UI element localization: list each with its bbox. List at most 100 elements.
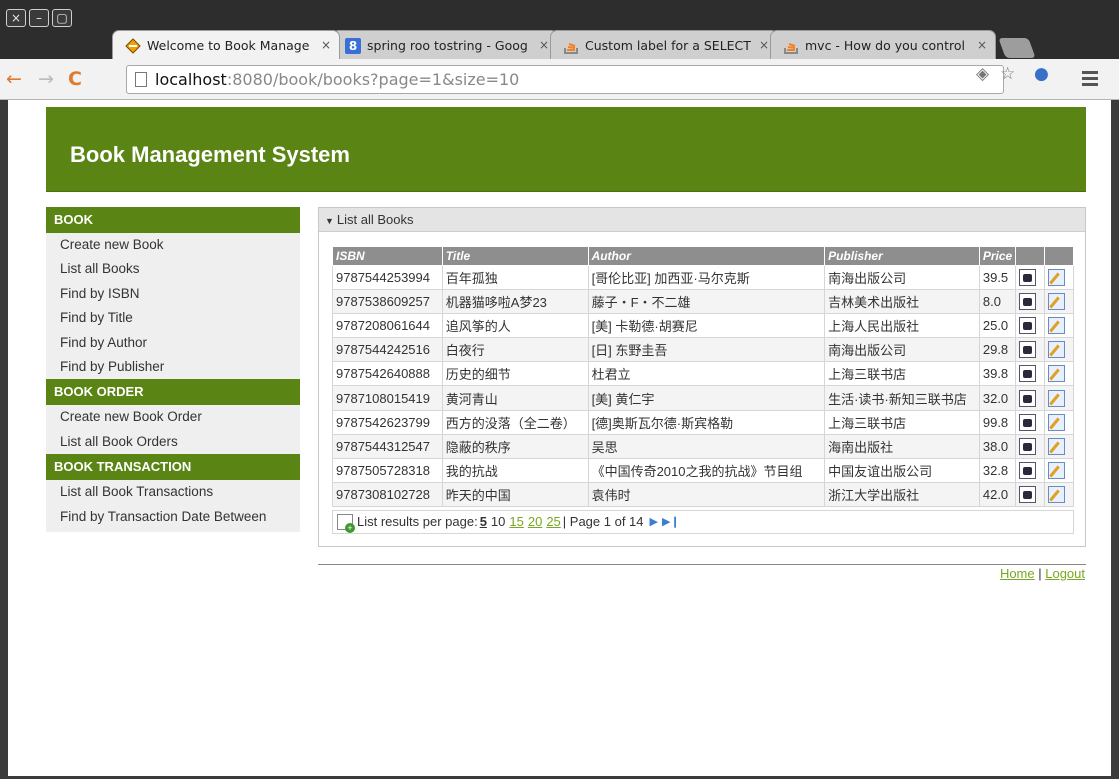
bookmark-star-icon[interactable]: ☆ xyxy=(1000,64,1015,84)
new-tab-button[interactable] xyxy=(998,38,1036,58)
next-page-icon[interactable]: ▶ xyxy=(650,511,658,533)
tab-close-icon[interactable]: × xyxy=(977,38,987,52)
last-page-icon[interactable]: ▶❙ xyxy=(662,511,680,533)
tab-custom-label[interactable]: Custom label for a SELECT × xyxy=(550,30,778,59)
reload-icon[interactable]: C xyxy=(68,68,82,90)
update-pencil-icon[interactable] xyxy=(1048,269,1066,287)
update-pencil-icon[interactable] xyxy=(1048,485,1066,503)
update-pencil-icon[interactable] xyxy=(1048,341,1066,359)
sidebar-item-create-book[interactable]: Create new Book xyxy=(46,233,300,257)
logout-link[interactable]: Logout xyxy=(1045,566,1085,581)
sidebar-item-list-orders[interactable]: List all Book Orders xyxy=(46,430,300,454)
url-host: localhost xyxy=(155,70,227,89)
cell-show xyxy=(1015,361,1046,387)
tab-close-icon[interactable]: × xyxy=(759,38,769,52)
show-binoculars-icon[interactable] xyxy=(1019,437,1037,455)
sidebar-item-list-books[interactable]: List all Books xyxy=(46,257,300,281)
cell-update xyxy=(1044,409,1074,435)
tab-spring-roo[interactable]: 8 spring roo tostring - Goog × xyxy=(332,30,558,59)
cell-price: 25.0 xyxy=(978,313,1017,339)
cell-isbn: 9787538609257 xyxy=(332,289,443,315)
update-pencil-icon[interactable] xyxy=(1048,389,1066,407)
sidebar-item-find-title[interactable]: Find by Title xyxy=(46,306,300,330)
cell-publisher: 浙江大学出版社 xyxy=(824,481,980,507)
show-binoculars-icon[interactable] xyxy=(1019,341,1037,359)
column-header-isbn: ISBN xyxy=(332,246,443,266)
window-minimize-button[interactable]: – xyxy=(29,9,49,27)
table-row: 9787544242516 白夜行 [日] 东野圭吾 南海出版公司 29.8 xyxy=(332,337,1074,363)
cell-update xyxy=(1044,337,1074,363)
sidebar-item-find-publisher[interactable]: Find by Publisher xyxy=(46,355,300,379)
create-new-icon[interactable] xyxy=(337,514,355,533)
page-size-link[interactable]: 15 xyxy=(509,511,523,533)
cell-price: 99.8 xyxy=(978,409,1017,435)
sidebar-menu: BOOK Create new Book List all Books Find… xyxy=(46,207,300,532)
tab-close-icon[interactable]: × xyxy=(321,38,331,52)
cell-title: 西方的没落（全二卷） xyxy=(441,409,589,435)
cell-isbn: 9787542640888 xyxy=(332,361,443,387)
site-header: Book Management System xyxy=(46,107,1086,192)
tab-close-icon[interactable]: × xyxy=(539,38,549,52)
cell-isbn: 9787542623799 xyxy=(332,409,443,435)
address-bar[interactable]: localhost:8080/book/books?page=1&size=10 xyxy=(126,65,1004,94)
cell-title: 黄河青山 xyxy=(441,385,589,411)
eye-extension-icon[interactable]: ◈ xyxy=(976,64,989,84)
cell-show xyxy=(1015,313,1046,339)
cell-price: 39.8 xyxy=(978,361,1017,387)
show-binoculars-icon[interactable] xyxy=(1019,365,1037,383)
cell-title: 百年孤独 xyxy=(441,264,589,291)
sidebar-item-find-transaction-date[interactable]: Find by Transaction Date Between xyxy=(46,505,300,529)
sidebar-item-list-transactions[interactable]: List all Book Transactions xyxy=(46,480,300,504)
menu-icon[interactable] xyxy=(1082,71,1098,89)
column-header-publisher: Publisher xyxy=(824,246,980,266)
show-binoculars-icon[interactable] xyxy=(1019,317,1037,335)
panel-header[interactable]: ▼ List all Books xyxy=(319,208,1085,232)
collapse-triangle-icon[interactable]: ▼ xyxy=(325,216,334,226)
table-row: 9787542640888 历史的细节 杜君立 上海三联书店 39.8 xyxy=(332,361,1074,387)
update-pencil-icon[interactable] xyxy=(1048,413,1066,431)
cell-title: 历史的细节 xyxy=(441,361,589,387)
show-binoculars-icon[interactable] xyxy=(1019,269,1037,287)
show-binoculars-icon[interactable] xyxy=(1019,389,1037,407)
cell-show xyxy=(1015,337,1046,363)
sidebar-item-find-isbn[interactable]: Find by ISBN xyxy=(46,282,300,306)
cell-isbn: 9787544253994 xyxy=(332,264,443,291)
update-pencil-icon[interactable] xyxy=(1048,437,1066,455)
show-binoculars-icon[interactable] xyxy=(1019,293,1037,311)
update-pencil-icon[interactable] xyxy=(1048,317,1066,335)
pager-label: List results per page: xyxy=(357,514,478,529)
stack-overflow-icon xyxy=(563,38,579,54)
sidebar-item-create-order[interactable]: Create new Book Order xyxy=(46,405,300,429)
tab-mvc[interactable]: mvc - How do you control × xyxy=(770,30,996,59)
window-close-button[interactable]: × xyxy=(6,9,26,27)
show-binoculars-icon[interactable] xyxy=(1019,485,1037,503)
back-arrow-icon[interactable]: ← xyxy=(6,68,22,90)
page-size-link[interactable]: 25 xyxy=(546,511,560,533)
globe-icon[interactable]: ● xyxy=(1034,64,1049,84)
column-header-update xyxy=(1044,246,1074,266)
cell-price: 32.8 xyxy=(978,457,1017,483)
show-binoculars-icon[interactable] xyxy=(1019,413,1037,431)
show-binoculars-icon[interactable] xyxy=(1019,461,1037,479)
cell-update xyxy=(1044,457,1074,483)
cell-update xyxy=(1044,264,1074,291)
cell-author: [美] 黄仁宇 xyxy=(587,385,826,411)
footer-separator: | xyxy=(1034,566,1046,581)
forward-arrow-icon[interactable]: → xyxy=(38,68,54,90)
web-page: Book Management System BOOK Create new B… xyxy=(8,100,1111,776)
update-pencil-icon[interactable] xyxy=(1048,365,1066,383)
cell-update xyxy=(1044,361,1074,387)
cell-publisher: 上海人民出版社 xyxy=(824,313,980,339)
cell-update xyxy=(1044,313,1074,339)
sidebar-item-find-author[interactable]: Find by Author xyxy=(46,331,300,355)
cell-isbn: 9787208061644 xyxy=(332,313,443,339)
tab-book-management[interactable]: Welcome to Book Manage × xyxy=(112,30,340,59)
page-size-link[interactable]: 20 xyxy=(528,511,542,533)
cell-publisher: 南海出版公司 xyxy=(824,264,980,291)
cell-price: 32.0 xyxy=(978,385,1017,411)
page-size-option: 10 xyxy=(490,514,506,529)
update-pencil-icon[interactable] xyxy=(1048,461,1066,479)
window-maximize-button[interactable]: ▢ xyxy=(52,9,72,27)
update-pencil-icon[interactable] xyxy=(1048,293,1066,311)
home-link[interactable]: Home xyxy=(1000,566,1035,581)
